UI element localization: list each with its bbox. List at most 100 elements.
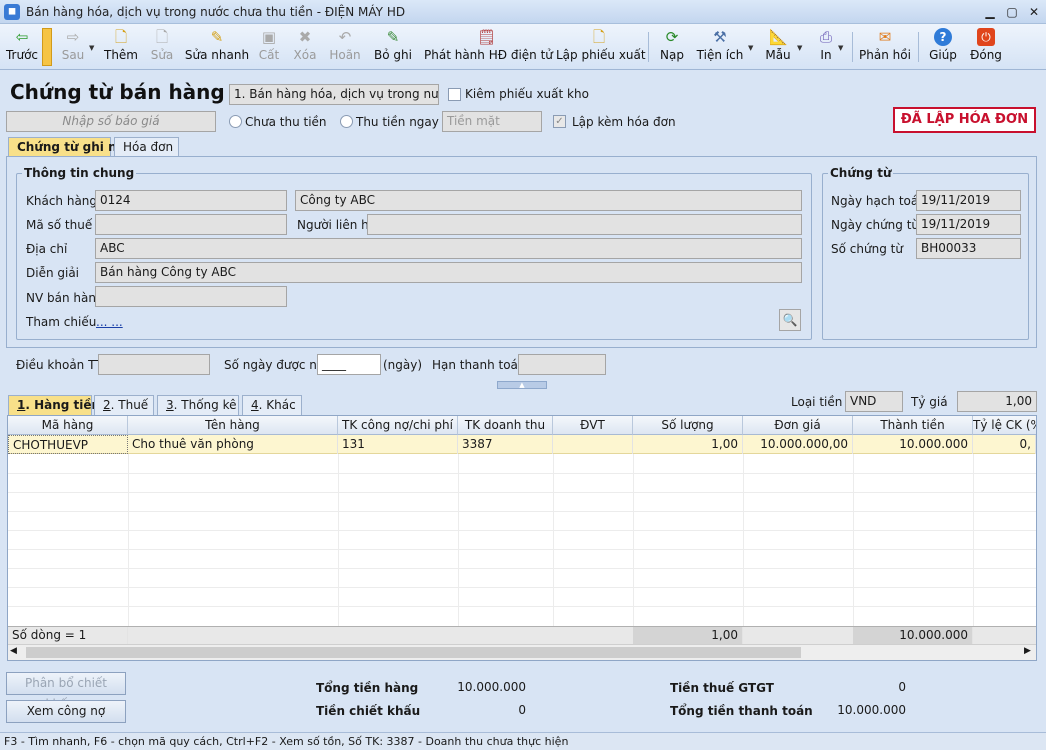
credit-days-stepper[interactable]: ____ xyxy=(317,354,381,375)
customer-code-field[interactable]: 0124 xyxy=(95,190,287,211)
ruler-icon: 📐 xyxy=(769,28,788,46)
issue-einvoice-button[interactable]: 🗒 Phát hành HĐ điện tử xyxy=(424,26,553,68)
minimize-button[interactable]: ▁ xyxy=(981,4,999,20)
scroll-left-icon[interactable]: ◀ xyxy=(10,646,17,656)
window-title: Bán hàng hóa, dịch vụ trong nước chưa th… xyxy=(26,5,406,19)
tab-other[interactable]: 4. Khác xyxy=(242,395,302,415)
collapse-handle[interactable]: ▲ xyxy=(497,381,547,389)
floppy-icon: ▣ xyxy=(261,28,277,46)
feedback-button[interactable]: ✉ Phản hồi xyxy=(858,26,912,68)
customer-name-field[interactable]: Công ty ABC xyxy=(295,190,802,211)
template-button[interactable]: 📐 Mẫu xyxy=(760,26,796,68)
column-header-amount[interactable]: Thành tiền xyxy=(853,416,973,435)
tab-tax[interactable]: 2. Thuế xyxy=(94,395,154,415)
chevron-down-icon[interactable]: ▼ xyxy=(89,44,94,52)
app-icon: ◼ xyxy=(4,4,20,20)
unpost-button[interactable]: ✎ Bỏ ghi xyxy=(372,26,414,68)
column-header-revenue-account[interactable]: TK doanh thu xyxy=(458,416,553,435)
exchange-rate-field[interactable]: 1,00 xyxy=(957,391,1037,412)
cell-quantity[interactable]: 1,00 xyxy=(633,435,743,454)
reload-button[interactable]: ⟳ Nạp xyxy=(656,26,688,68)
tax-code-field[interactable] xyxy=(95,214,287,235)
export-slip-label: Kiêm phiếu xuất kho xyxy=(465,87,589,101)
toolbar: ⇦ Trước ⇨ Sau ▼ 🗋 Thêm 🗋 Sửa ✎ Sửa nhanh ▣ Cất… xyxy=(0,24,1046,70)
horizontal-scrollbar[interactable]: ◀ ▶ xyxy=(8,644,1036,660)
grid-col-line xyxy=(973,454,974,626)
tax-code-label: Mã số thuế xyxy=(26,218,93,232)
general-info-title: Thông tin chung xyxy=(22,166,137,180)
grid-col-line xyxy=(853,454,854,626)
post-date-field[interactable]: 19/11/2019 xyxy=(916,190,1021,211)
column-header-unit-price[interactable]: Đơn giá xyxy=(743,416,853,435)
cell-revenue-account[interactable]: 3387 xyxy=(458,435,553,454)
prev-button[interactable]: ⇦ Trước xyxy=(2,26,42,68)
unpaid-radio[interactable] xyxy=(229,115,242,128)
undo-icon: ↶ xyxy=(338,28,352,46)
chevron-down-icon[interactable]: ▼ xyxy=(838,44,843,52)
allocate-discount-button[interactable]: Phân bổ chiết khấu... xyxy=(6,672,126,711)
column-header-item-code[interactable]: Mã hàng xyxy=(8,416,128,435)
cell-discount-rate[interactable]: 0, xyxy=(973,435,1036,454)
undo-button[interactable]: ↶ Hoãn xyxy=(326,26,364,68)
description-field[interactable]: Bán hàng Công ty ABC xyxy=(95,262,802,283)
chevron-down-icon[interactable]: ▼ xyxy=(748,44,753,52)
address-field[interactable]: ABC xyxy=(95,238,802,259)
chevron-down-icon[interactable]: ▼ xyxy=(797,44,802,52)
payment-method-select[interactable]: Tiền mặt xyxy=(442,111,542,132)
currency-select[interactable]: VND xyxy=(845,391,903,412)
scroll-right-icon[interactable]: ▶ xyxy=(1024,646,1031,656)
invoice-status-badge: ĐÃ LẬP HÓA ĐƠN xyxy=(893,107,1036,133)
quick-edit-button[interactable]: ✎ Sửa nhanh xyxy=(184,26,250,68)
create-delivery-button[interactable]: 🗋 Lập phiếu xuất xyxy=(556,26,646,68)
grid-col-line xyxy=(743,454,744,626)
prev-dropdown[interactable] xyxy=(42,28,52,66)
search-reference-icon[interactable]: 🔍 xyxy=(779,309,801,331)
scrollbar-thumb[interactable] xyxy=(26,647,801,658)
cell-item-name[interactable]: Cho thuê văn phòng xyxy=(128,435,338,454)
close-window-button[interactable]: ✕ xyxy=(1025,4,1043,20)
view-debt-button[interactable]: Xem công nợ xyxy=(6,700,126,723)
reference-link[interactable]: ... ... xyxy=(96,315,123,329)
contact-field[interactable] xyxy=(367,214,802,235)
cell-item-code[interactable]: CHOTHUEVP xyxy=(8,435,128,454)
edit-document-icon: 🗋 xyxy=(155,28,169,46)
column-header-debit-account[interactable]: TK công nợ/chi phí xyxy=(338,416,458,435)
paid-now-radio[interactable] xyxy=(340,115,353,128)
payment-terms-field[interactable] xyxy=(98,354,210,375)
vat-total-label: Tiền thuế GTGT xyxy=(670,681,774,695)
due-date-field[interactable] xyxy=(518,354,606,375)
toolbar-separator xyxy=(918,32,919,62)
cell-unit[interactable] xyxy=(553,435,633,454)
close-button[interactable]: ⏻ Đóng xyxy=(968,26,1004,68)
goods-total-label: Tổng tiền hàng xyxy=(316,681,419,695)
next-button[interactable]: ⇨ Sau xyxy=(56,26,90,68)
table-row[interactable]: CHOTHUEVP Cho thuê văn phòng 131 3387 1,… xyxy=(8,435,1036,454)
doc-date-field[interactable]: 19/11/2019 xyxy=(916,214,1021,235)
tab-debit-voucher[interactable]: Chứng từ ghi nợ xyxy=(8,137,125,157)
voucher-type-select[interactable]: 1. Bán hàng hóa, dịch vụ trong nước xyxy=(229,84,439,105)
column-header-quantity[interactable]: Số lượng xyxy=(633,416,743,435)
sales-staff-field[interactable] xyxy=(95,286,287,307)
column-header-discount-rate[interactable]: Tỷ lệ CK (%) xyxy=(973,416,1036,435)
post-date-label: Ngày hạch toán xyxy=(831,194,926,208)
cell-unit-price[interactable]: 10.000.000,00 xyxy=(743,435,853,454)
tab-invoice[interactable]: Hóa đơn xyxy=(114,137,179,157)
grid-line xyxy=(8,530,1036,531)
add-button[interactable]: 🗋 Thêm xyxy=(102,26,140,68)
column-header-unit[interactable]: ĐVT xyxy=(553,416,633,435)
tab-goods-money[interactable]: 1. Hàng tiền xyxy=(8,395,100,415)
utilities-button[interactable]: ⚒ Tiện ích xyxy=(694,26,746,68)
column-header-item-name[interactable]: Tên hàng xyxy=(128,416,338,435)
delete-button[interactable]: ✖ Xóa xyxy=(288,26,322,68)
quote-number-input[interactable]: Nhập số báo giá xyxy=(6,111,216,132)
edit-button[interactable]: 🗋 Sửa xyxy=(146,26,178,68)
with-invoice-checkbox[interactable]: ✓ xyxy=(553,115,566,128)
tab-statistics[interactable]: 3. Thống kê xyxy=(157,395,239,415)
maximize-button[interactable]: ▢ xyxy=(1003,4,1021,20)
cell-amount[interactable]: 10.000.000 xyxy=(853,435,973,454)
help-button[interactable]: ? Giúp xyxy=(926,26,960,68)
save-button[interactable]: ▣ Cất xyxy=(254,26,284,68)
doc-number-field[interactable]: BH00033 xyxy=(916,238,1021,259)
cell-debit-account[interactable]: 131 xyxy=(338,435,458,454)
export-slip-checkbox[interactable] xyxy=(448,88,461,101)
